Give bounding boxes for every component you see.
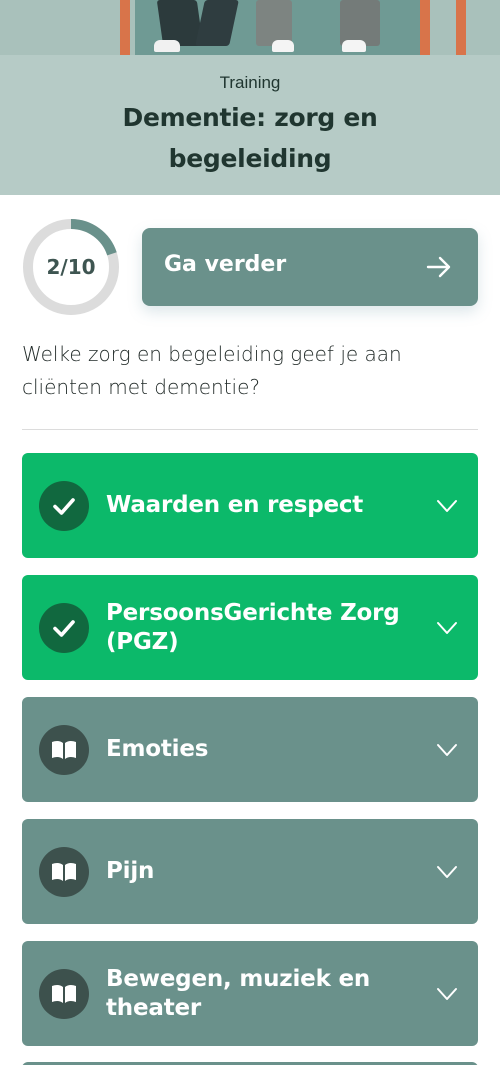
module-status-badge <box>39 969 89 1019</box>
module-item-persoonsgerichte-zorg[interactable]: PersoonsGerichte Zorg (PGZ) <box>22 575 478 680</box>
chevron-down-icon <box>437 988 457 1000</box>
page-title: Dementie: zorg en begeleiding <box>122 103 378 173</box>
chevron-down-icon <box>437 866 457 878</box>
continue-button-label: Ga verder <box>164 252 287 277</box>
book-icon <box>52 740 76 759</box>
module-status-badge <box>39 481 89 531</box>
module-item-pijn[interactable]: Pijn <box>22 819 478 924</box>
training-header: Training Dementie: zorg en begeleiding <box>0 55 500 195</box>
module-title: Emoties <box>106 736 209 762</box>
chevron-down-icon <box>437 500 457 512</box>
module-title: PersoonsGerichte Zorg (PGZ) <box>106 599 400 655</box>
module-title: Bewegen, muziek en theater <box>106 965 371 1021</box>
hero-illustration <box>0 0 500 55</box>
chevron-down-icon <box>437 744 457 756</box>
divider <box>22 429 478 430</box>
module-status-badge <box>39 847 89 897</box>
check-icon <box>53 620 75 637</box>
book-icon <box>52 984 76 1003</box>
hero-chair-post <box>120 0 130 55</box>
hero-shoe <box>342 40 366 52</box>
module-item-bewegen-muziek-en-theater[interactable]: Bewegen, muziek en theater <box>22 941 478 1046</box>
chevron-down-icon <box>437 622 457 634</box>
book-icon <box>52 862 76 881</box>
hero-chair-post <box>456 0 466 55</box>
continue-button[interactable]: Ga verder <box>142 228 478 306</box>
progress-ring: 2/10 <box>22 218 120 316</box>
module-item-waarden-en-respect[interactable]: Waarden en respect <box>22 453 478 558</box>
hero-shoe <box>272 40 294 52</box>
module-status-badge <box>39 603 89 653</box>
hero-shoe <box>154 40 180 52</box>
header-kicker: Training <box>219 73 281 92</box>
module-status-badge <box>39 725 89 775</box>
arrow-right-icon <box>426 256 451 278</box>
progress-label: 2/10 <box>46 255 96 279</box>
training-question: Welke zorg en begeleiding geef je aan cl… <box>22 342 402 399</box>
module-item-emoties[interactable]: Emoties <box>22 697 478 802</box>
module-title: Waarden en respect <box>106 492 364 518</box>
module-title: Pijn <box>106 858 155 884</box>
check-icon <box>53 498 75 515</box>
hero-chair-post <box>420 0 430 55</box>
